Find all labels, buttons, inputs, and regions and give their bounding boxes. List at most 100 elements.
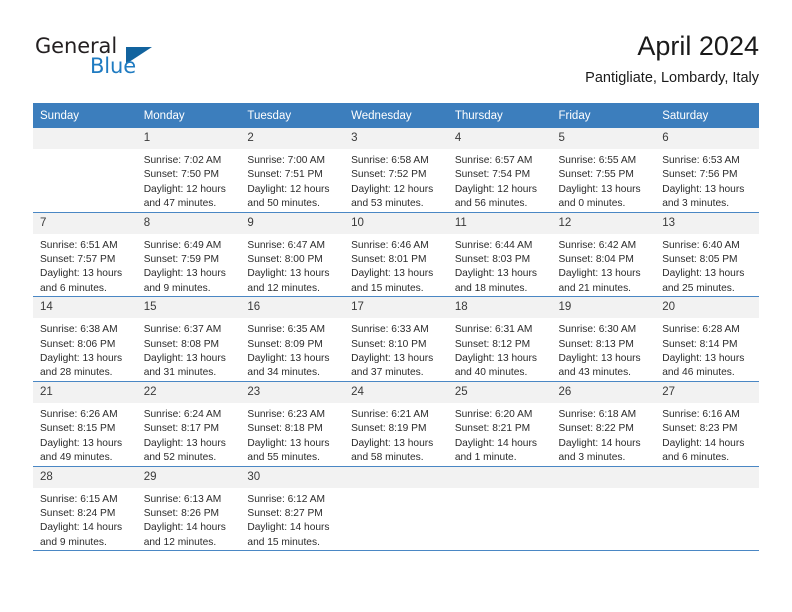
calendar-day-cell[interactable]: 11 Sunrise: 6:44 AM Sunset: 8:03 PM Dayligh…: [447, 211, 552, 297]
day-details: Sunrise: 6:28 AM Sunset: 8:14 PM Daylight:…: [655, 318, 759, 381]
calendar-day-cell-empty: [551, 465, 656, 551]
calendar-day-cell[interactable]: 23 Sunrise: 6:23 AM Sunset: 8:18 PM Dayligh…: [240, 380, 345, 466]
calendar-day-cell[interactable]: 10 Sunrise: 6:46 AM Sunset: 8:01 PM Dayligh…: [344, 211, 448, 297]
sunset-text: Sunset: 8:05 PM: [662, 254, 738, 266]
daylight-text: Daylight: 12 hours: [143, 183, 226, 195]
sunrise-text: Sunrise: 6:58 AM: [351, 155, 429, 166]
calendar-day-cell[interactable]: 25 Sunrise: 6:20 AM Sunset: 8:21 PM Dayligh…: [447, 380, 552, 466]
day-number: 10: [344, 212, 448, 234]
calendar-day-cell[interactable]: 15 Sunrise: 6:37 AM Sunset: 8:08 PM Dayligh…: [136, 296, 241, 382]
daylight-text: Daylight: 13 hours: [247, 437, 330, 449]
sunset-text: Sunset: 7:51 PM: [247, 169, 323, 181]
calendar-day-cell[interactable]: 1 Sunrise: 7:02 AM Sunset: 7:50 PM Daylight…: [136, 128, 241, 213]
sunset-text: Sunset: 8:12 PM: [454, 338, 531, 350]
calendar-day-cell[interactable]: 22 Sunrise: 6:24 AM Sunset: 8:17 PM Dayligh…: [136, 380, 241, 466]
day-details: Sunrise: 6:20 AM Sunset: 8:21 PM Daylight:…: [448, 403, 552, 466]
weekday-header-monday: Monday: [136, 103, 241, 128]
calendar-day-cell[interactable]: 18 Sunrise: 6:31 AM Sunset: 8:12 PM Dayligh…: [447, 296, 552, 382]
calendar-day-cell[interactable]: 5 Sunrise: 6:55 AM Sunset: 7:55 PM Daylight…: [551, 128, 656, 213]
day-cell-inner: 7 Sunrise: 6:51 AM Sunset: 7:57 PM Daylight…: [33, 212, 137, 297]
calendar-day-cell[interactable]: 24 Sunrise: 6:21 AM Sunset: 8:19 PM Dayligh…: [344, 380, 448, 466]
sunrise-text: Sunrise: 6:37 AM: [143, 324, 222, 336]
calendar-day-cell[interactable]: 21 Sunrise: 6:26 AM Sunset: 8:15 PM Dayligh…: [33, 380, 137, 466]
day-number: 1: [136, 128, 241, 149]
sunset-text: Sunset: 8:22 PM: [558, 423, 634, 435]
daylight-text: Daylight: 13 hours: [143, 437, 226, 449]
calendar-week-row: 28 Sunrise: 6:15 AM Sunset: 8:24 PM Dayligh…: [33, 465, 759, 551]
day-details: Sunrise: 6:51 AM Sunset: 7:57 PM Daylight:…: [33, 234, 137, 297]
day-cell-inner: 12 Sunrise: 6:42 AM Sunset: 8:04 PM Dayligh…: [551, 212, 656, 297]
page-subtitle: Pantigliate, Lombardy, Italy: [585, 70, 759, 86]
calendar-day-cell[interactable]: 28 Sunrise: 6:15 AM Sunset: 8:24 PM Dayligh…: [33, 465, 137, 551]
calendar-day-cell[interactable]: 3 Sunrise: 6:58 AM Sunset: 7:52 PM Daylight…: [344, 128, 448, 213]
day-number: 30: [240, 466, 345, 488]
day-details: Sunrise: 6:35 AM Sunset: 8:09 PM Daylight:…: [240, 318, 344, 381]
calendar-day-cell[interactable]: 27 Sunrise: 6:16 AM Sunset: 8:23 PM Dayligh…: [655, 380, 759, 466]
calendar-body: 1 Sunrise: 7:02 AM Sunset: 7:50 PM Daylight…: [33, 128, 759, 551]
daylight-text: Daylight: 14 hours: [40, 522, 123, 534]
day-number: 2: [240, 128, 345, 149]
calendar-day-cell[interactable]: 2 Sunrise: 7:00 AM Sunset: 7:51 PM Daylight…: [240, 128, 345, 213]
page-header: General Blue April 2024 Pantigliate, Lom…: [33, 30, 759, 92]
sunrise-text: Sunrise: 6:33 AM: [351, 324, 429, 336]
day-number: 8: [136, 212, 241, 234]
day-cell-inner: 30 Sunrise: 6:12 AM Sunset: 8:27 PM Dayligh…: [240, 466, 345, 551]
daylight-text-cont: and 6 minutes.: [40, 282, 107, 294]
daylight-text-cont: and 9 minutes.: [143, 282, 211, 294]
daylight-text-cont: and 1 minute.: [454, 452, 517, 464]
calendar-day-cell[interactable]: 9 Sunrise: 6:47 AM Sunset: 8:00 PM Daylight…: [240, 211, 345, 297]
sunset-text: Sunset: 7:52 PM: [351, 169, 427, 181]
calendar-day-cell[interactable]: 17 Sunrise: 6:33 AM Sunset: 8:10 PM Dayligh…: [344, 296, 448, 382]
calendar-day-cell[interactable]: 12 Sunrise: 6:42 AM Sunset: 8:04 PM Dayligh…: [551, 211, 656, 297]
day-number: 9: [240, 212, 345, 234]
calendar-day-cell-empty: [447, 465, 552, 551]
day-details: Sunrise: 7:00 AM Sunset: 7:51 PM Daylight:…: [240, 149, 344, 212]
calendar-day-cell[interactable]: 8 Sunrise: 6:49 AM Sunset: 7:59 PM Daylight…: [136, 211, 241, 297]
calendar-day-cell[interactable]: 6 Sunrise: 6:53 AM Sunset: 7:56 PM Daylight…: [655, 128, 759, 213]
day-number: 24: [344, 381, 448, 403]
title-block: April 2024 Pantigliate, Lombardy, Italy: [585, 30, 759, 88]
sunrise-text: Sunrise: 6:42 AM: [558, 239, 637, 251]
weekday-header-wednesday: Wednesday: [344, 103, 448, 128]
day-cell-inner: 4 Sunrise: 6:57 AM Sunset: 7:54 PM Daylight…: [447, 128, 552, 212]
daylight-text-cont: and 15 minutes.: [247, 536, 320, 548]
sunset-text: Sunset: 8:10 PM: [351, 338, 427, 350]
calendar-week-row: 1 Sunrise: 7:02 AM Sunset: 7:50 PM Daylight…: [33, 128, 759, 213]
calendar-day-cell[interactable]: 29 Sunrise: 6:13 AM Sunset: 8:26 PM Dayligh…: [136, 465, 241, 551]
general-blue-logo[interactable]: General Blue: [33, 34, 163, 86]
calendar-day-cell[interactable]: 26 Sunrise: 6:18 AM Sunset: 8:22 PM Dayligh…: [551, 380, 656, 466]
calendar-day-cell[interactable]: 20 Sunrise: 6:28 AM Sunset: 8:14 PM Dayligh…: [655, 296, 759, 382]
sunrise-text: Sunrise: 6:28 AM: [662, 324, 740, 336]
sunset-text: Sunset: 8:01 PM: [351, 254, 427, 266]
sunrise-text: Sunrise: 6:30 AM: [558, 324, 637, 336]
calendar-day-cell[interactable]: 14 Sunrise: 6:38 AM Sunset: 8:06 PM Dayligh…: [33, 296, 137, 382]
sunset-text: Sunset: 8:19 PM: [351, 423, 427, 435]
calendar-day-cell[interactable]: 30 Sunrise: 6:12 AM Sunset: 8:27 PM Dayligh…: [240, 465, 345, 551]
day-details: Sunrise: 6:46 AM Sunset: 8:01 PM Daylight:…: [344, 234, 448, 297]
sunrise-text: Sunrise: 6:55 AM: [558, 155, 637, 166]
calendar-day-cell-empty: [33, 128, 137, 213]
day-details: Sunrise: 7:02 AM Sunset: 7:50 PM Daylight:…: [137, 149, 241, 212]
calendar-day-cell[interactable]: 19 Sunrise: 6:30 AM Sunset: 8:13 PM Dayligh…: [551, 296, 656, 382]
day-cell-inner: [344, 466, 448, 551]
sunrise-text: Sunrise: 7:00 AM: [247, 155, 325, 166]
weekday-header-sunday: Sunday: [33, 103, 137, 128]
daylight-text: Daylight: 13 hours: [662, 268, 745, 280]
calendar-day-cell[interactable]: 13 Sunrise: 6:40 AM Sunset: 8:05 PM Dayligh…: [655, 211, 759, 297]
day-number: 4: [447, 128, 552, 149]
sunrise-text: Sunrise: 6:46 AM: [351, 239, 429, 251]
day-cell-inner: 8 Sunrise: 6:49 AM Sunset: 7:59 PM Daylight…: [136, 212, 241, 297]
calendar-day-cell[interactable]: 4 Sunrise: 6:57 AM Sunset: 7:54 PM Daylight…: [447, 128, 552, 213]
day-cell-inner: [551, 466, 656, 551]
calendar-day-cell[interactable]: 16 Sunrise: 6:35 AM Sunset: 8:09 PM Dayligh…: [240, 296, 345, 382]
day-number: [344, 466, 448, 488]
day-cell-inner: 27 Sunrise: 6:16 AM Sunset: 8:23 PM Dayligh…: [655, 381, 759, 466]
day-number: 6: [655, 128, 759, 149]
calendar-day-cell[interactable]: 7 Sunrise: 6:51 AM Sunset: 7:57 PM Daylight…: [33, 211, 137, 297]
sunset-text: Sunset: 8:27 PM: [247, 507, 323, 519]
sunrise-text: Sunrise: 6:31 AM: [454, 324, 533, 336]
daylight-text-cont: and 6 minutes.: [662, 452, 730, 464]
sunset-text: Sunset: 8:24 PM: [40, 507, 116, 519]
day-details: Sunrise: 6:58 AM Sunset: 7:52 PM Daylight:…: [344, 149, 448, 212]
daylight-text-cont: and 37 minutes.: [351, 367, 424, 379]
